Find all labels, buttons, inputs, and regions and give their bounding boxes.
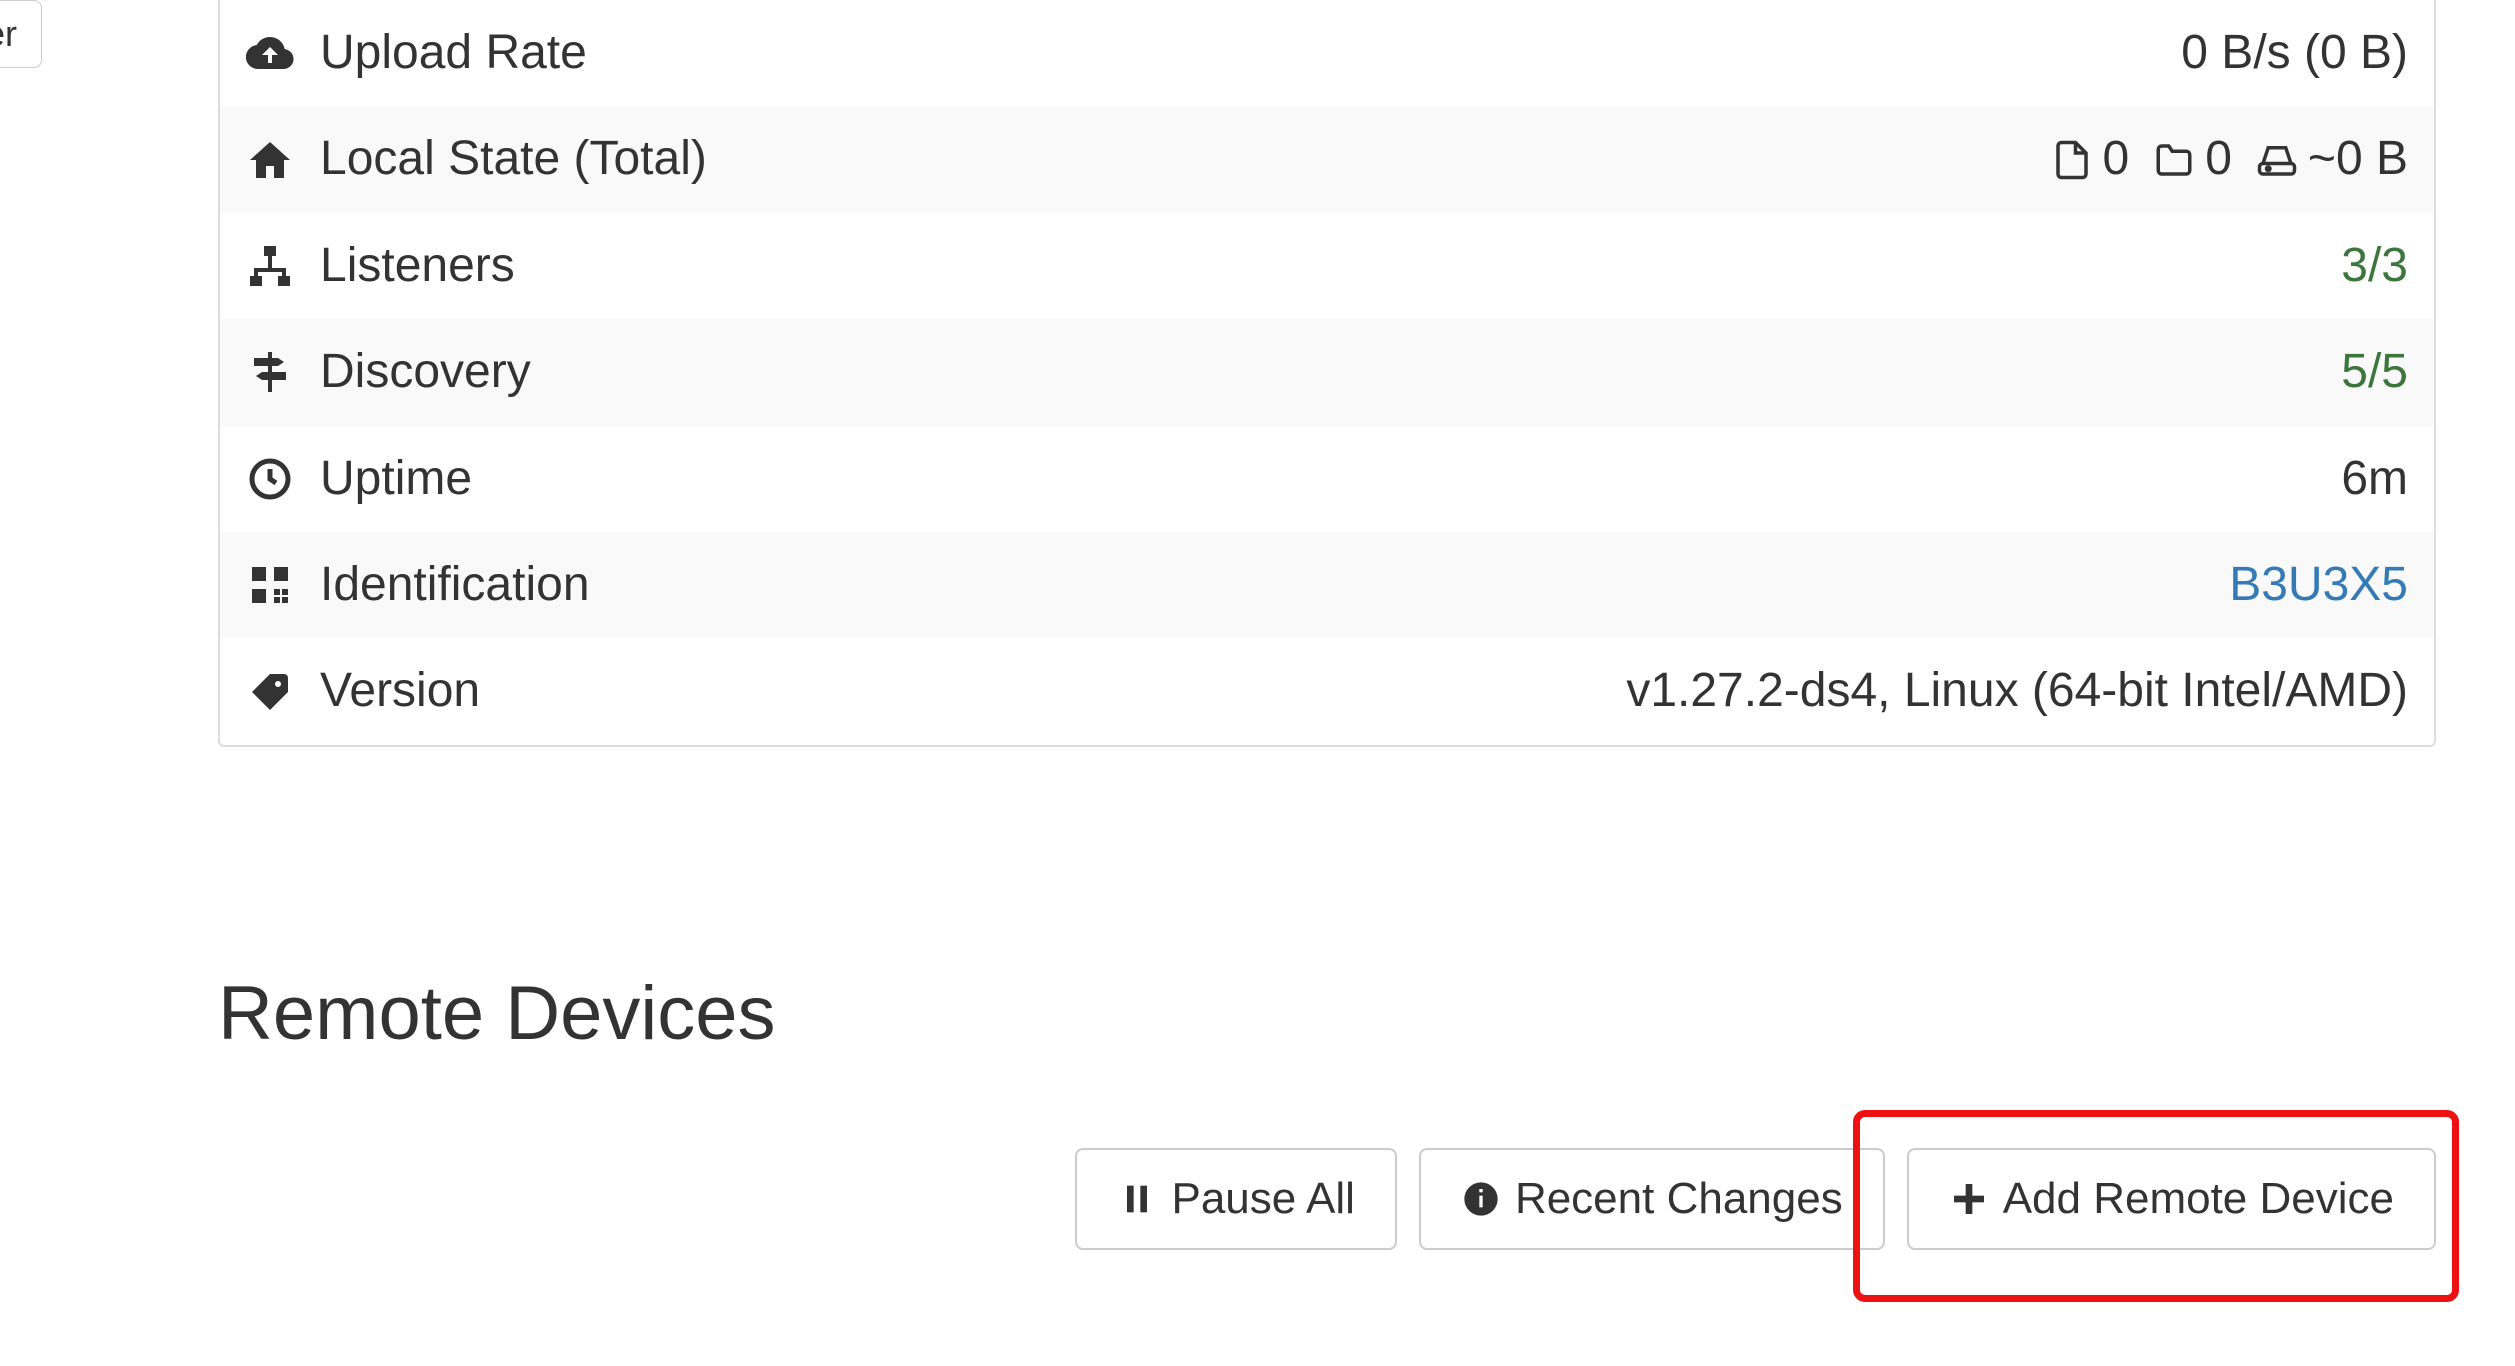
partial-button-label: er (0, 13, 17, 54)
stat-label: Upload Rate (320, 22, 587, 84)
stat-row-identification: Identification B3U3X5 (220, 532, 2434, 638)
button-label: Recent Changes (1515, 1174, 1843, 1224)
signpost-icon (246, 348, 298, 396)
clock-icon (246, 455, 298, 503)
stat-row-upload-rate: Upload Rate 0 B/s (0 B) (220, 0, 2434, 106)
button-label: Pause All (1171, 1174, 1354, 1224)
stat-row-uptime: Uptime 6m (220, 426, 2434, 532)
pause-all-button[interactable]: Pause All (1075, 1148, 1396, 1250)
stat-row-listeners: Listeners 3/3 (220, 213, 2434, 319)
stat-value: 6m (2341, 448, 2408, 510)
stat-value-listeners[interactable]: 3/3 (2341, 235, 2408, 297)
stat-value-discovery[interactable]: 5/5 (2341, 341, 2408, 403)
folder-icon (2153, 139, 2195, 181)
stat-label: Discovery (320, 341, 531, 403)
partial-button[interactable]: er (0, 0, 42, 68)
stat-label: Uptime (320, 448, 472, 510)
remote-devices-heading: Remote Devices (218, 970, 776, 1057)
plus-icon (1949, 1179, 1989, 1219)
local-state-size: ~0 B (2308, 128, 2408, 190)
stat-label: Local State (Total) (320, 128, 707, 190)
home-icon (246, 136, 298, 184)
qrcode-icon (246, 561, 298, 609)
pause-icon (1117, 1179, 1157, 1219)
local-state-files: 0 (2103, 128, 2130, 190)
stat-label: Version (320, 660, 480, 722)
recent-changes-button[interactable]: Recent Changes (1419, 1148, 1885, 1250)
cloud-upload-icon (246, 29, 298, 77)
sitemap-icon (246, 242, 298, 290)
stat-value: 0 B/s (0 B) (2181, 22, 2408, 84)
add-remote-device-button[interactable]: Add Remote Device (1907, 1148, 2436, 1250)
stat-row-discovery: Discovery 5/5 (220, 319, 2434, 425)
file-icon (2051, 139, 2093, 181)
identification-link[interactable]: B3U3X5 (2229, 554, 2408, 616)
stat-value: v1.27.2-ds4, Linux (64-bit Intel/AMD) (1626, 660, 2408, 722)
button-label: Add Remote Device (2003, 1174, 2394, 1224)
stat-label: Listeners (320, 235, 515, 297)
stat-label: Identification (320, 554, 590, 616)
remote-devices-buttons: Pause All Recent Changes Add Remote Devi… (218, 1148, 2436, 1250)
tag-icon (246, 668, 298, 716)
info-icon (1461, 1179, 1501, 1219)
stat-row-local-state: Local State (Total) 0 0 ~0 B (220, 106, 2434, 212)
local-state-folders: 0 (2205, 128, 2232, 190)
stat-row-version: Version v1.27.2-ds4, Linux (64-bit Intel… (220, 638, 2434, 744)
hdd-icon (2256, 139, 2298, 181)
this-device-panel: Upload Rate 0 B/s (0 B) Local State (Tot… (218, 0, 2436, 747)
